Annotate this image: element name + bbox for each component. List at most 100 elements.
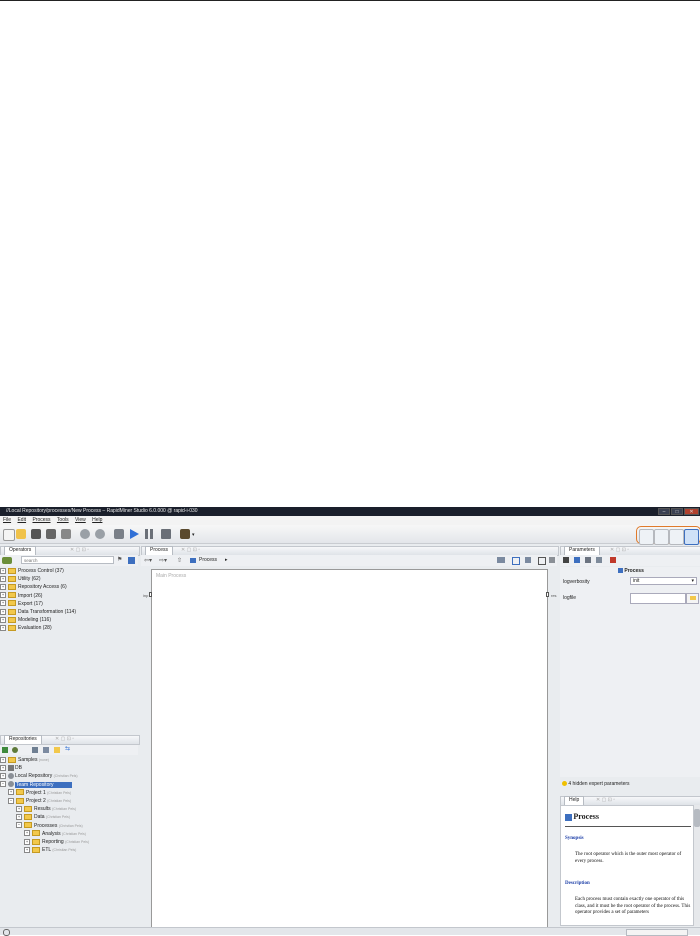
collapse-icon[interactable]: − [8,797,14,804]
store-icon[interactable] [43,747,49,753]
menu-tools[interactable]: Tools [57,517,69,523]
auto-wire-icon[interactable] [497,557,505,563]
forward-icon[interactable]: ⇨▾ [159,557,167,564]
menu-view[interactable]: View [75,517,86,523]
close-button[interactable]: ✕ [684,508,699,515]
panel-controls-icon[interactable]: ✕ ▢ ⊡ ▫ [181,547,200,553]
tree-item[interactable]: + Results (Christian Pels) [0,805,138,813]
tab-parameters[interactable]: Parameters [564,546,600,555]
expand-icon[interactable]: + [0,616,6,623]
chevron-down-icon[interactable]: ▾ [192,532,195,538]
layout-icon[interactable] [512,557,520,565]
new-folder-icon[interactable] [54,747,60,753]
panel-controls-icon[interactable]: ✕ ▢ ⊡ ▫ [596,797,615,803]
panel-controls-icon[interactable]: ✕ ▢ ⊡ ▫ [70,547,89,553]
tree-item[interactable]: + Reporting (Christian Pels) [0,838,138,846]
tree-item[interactable]: + Data Transformation (114) [0,608,138,616]
logfile-input[interactable] [630,593,686,604]
input-port[interactable] [149,592,152,597]
refresh-icon[interactable] [32,747,38,753]
comment-icon[interactable] [549,557,555,563]
expand-icon[interactable]: + [0,624,6,631]
tree-item[interactable]: + Utility (62) [0,575,138,583]
arrange-icon[interactable] [525,557,531,563]
print-icon[interactable] [61,529,71,539]
back-icon[interactable]: ⇦▾ [144,557,152,564]
add-data-icon[interactable] [12,747,18,753]
filter-icon[interactable]: ⚑ [117,557,124,564]
remove-icon[interactable] [610,557,616,563]
tree-item[interactable]: + Project 1 (Christian Pels) [0,789,138,797]
operator-info-icon[interactable] [563,557,569,563]
tab-help[interactable]: Help [564,796,585,805]
tree-item[interactable]: + Export (17) [0,600,138,608]
tree-item[interactable]: + ETL (Christian Pels) [0,846,138,854]
menu-process[interactable]: Process [32,517,50,523]
tree-item[interactable]: + Local Repository (Christian Pels) [0,772,138,780]
expand-icon[interactable]: + [0,584,6,591]
expand-icon[interactable]: + [0,773,6,780]
process-canvas[interactable]: Main Process [151,569,548,928]
results-perspective-icon[interactable] [669,529,684,545]
new-operator-icon[interactable] [2,557,12,564]
operator-search-input[interactable] [21,556,114,564]
stop-icon[interactable] [161,529,171,539]
tree-item[interactable]: + Evaluation (28) [0,624,138,632]
menu-help[interactable]: Help [92,517,102,523]
open-file-button[interactable] [686,593,699,604]
tab-operators[interactable]: Operators [4,546,37,555]
tree-item[interactable]: + Process Control (37) [0,567,138,575]
save-icon[interactable] [31,529,41,539]
expand-icon[interactable]: + [0,764,6,771]
breakpoint-icon[interactable] [596,557,602,563]
undo-icon[interactable] [80,529,90,539]
expand-icon[interactable]: + [24,830,30,837]
expand-icon[interactable]: + [16,813,22,820]
design-perspective-icon[interactable] [654,529,669,545]
panel-controls-icon[interactable]: ✕ ▢ ⊡ ▫ [610,547,629,553]
tree-item[interactable]: + Import (26) [0,592,138,600]
expand-icon[interactable]: + [0,575,6,582]
expand-icon[interactable]: + [24,838,30,845]
collapse-icon[interactable]: − [0,781,6,788]
expand-icon[interactable]: + [16,805,22,812]
cloud-perspective-icon[interactable] [684,529,699,545]
tab-process[interactable]: Process [145,546,174,555]
tree-item[interactable]: + Repository Access (6) [0,583,138,591]
expand-icon[interactable]: + [24,846,30,853]
tree-item[interactable]: + DB [0,764,138,772]
rename-icon[interactable] [585,557,591,563]
result-port[interactable] [546,592,549,597]
collapse-icon[interactable]: − [16,822,22,829]
expert-parameters-note[interactable]: 4 hidden expert parameters [562,781,630,787]
validate-icon[interactable] [114,529,124,539]
enable-icon[interactable] [574,557,580,563]
help-scrollbar[interactable] [694,805,700,926]
home-perspective-icon[interactable] [639,529,654,545]
maximize-button[interactable]: □ [671,508,683,515]
menu-edit[interactable]: Edit [17,517,26,523]
add-repository-icon[interactable] [2,747,8,753]
tree-item[interactable]: + Data (Christian Pels) [0,813,138,821]
tree-item[interactable]: + Modeling (116) [0,616,138,624]
fit-icon[interactable] [538,557,546,565]
tree-item[interactable]: + Analysis (Christian Pels) [0,830,138,838]
tree-item[interactable]: − Processes (Christian Pels) [0,822,138,830]
tree-item[interactable]: + Samples (none) [0,756,138,764]
expand-icon[interactable]: + [0,567,6,574]
tree-item[interactable]: − Project 2 (Christian Pels) [0,797,138,805]
tree-item-selected[interactable]: − Team Repository [0,781,138,789]
scrollbar-thumb[interactable] [694,809,700,827]
sync-icon[interactable]: ⇆ [65,746,72,753]
logverbosity-select[interactable]: init ▾ [630,577,697,585]
run-icon[interactable] [130,529,139,539]
tab-repositories[interactable]: Repositories [4,735,42,744]
expand-icon[interactable]: + [0,608,6,615]
expand-icon[interactable]: + [8,789,14,796]
panel-controls-icon[interactable]: ✕ ▢ ⊡ ▫ [55,736,74,742]
menu-file[interactable]: File [3,517,11,523]
save-as-icon[interactable] [46,529,56,539]
marketplace-icon[interactable] [180,529,190,539]
minimize-button[interactable]: – [658,508,670,515]
up-icon[interactable]: ⇧ [177,557,182,564]
